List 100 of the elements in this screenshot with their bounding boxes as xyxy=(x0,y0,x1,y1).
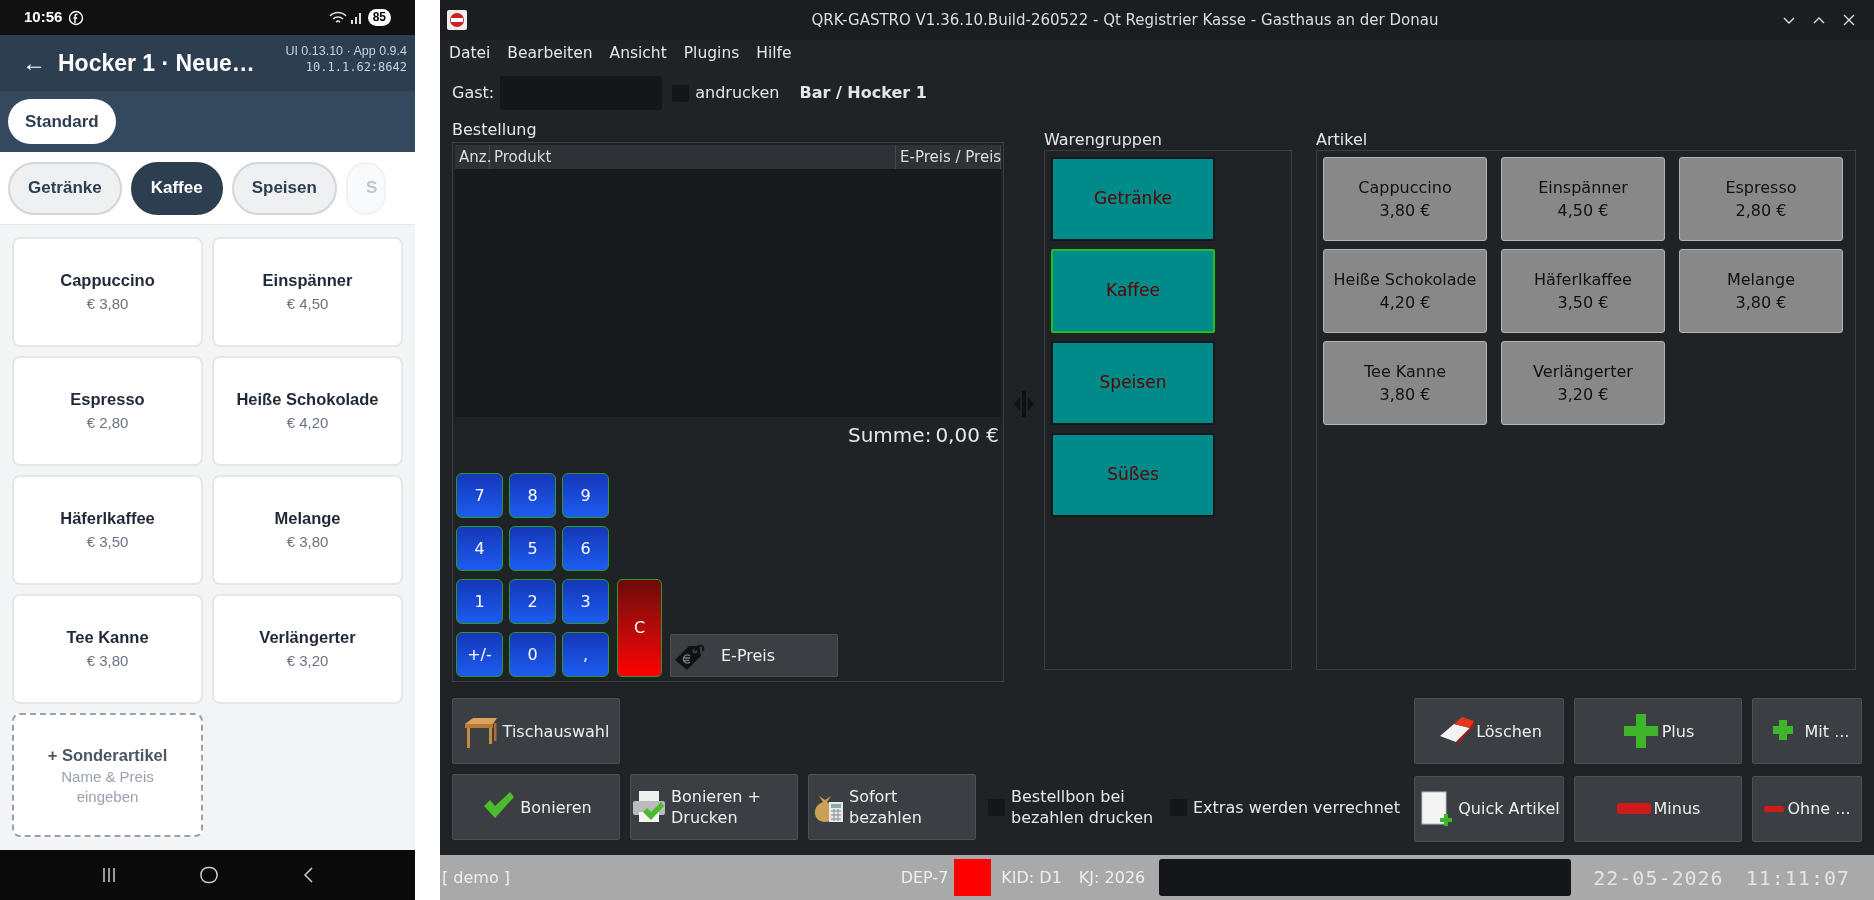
table-name: Bar / Hocker 1 xyxy=(799,82,927,104)
article-button[interactable]: Melange 3,80 € xyxy=(1679,249,1843,333)
article-button[interactable]: Einspänner 4,50 € xyxy=(1501,157,1665,241)
numpad-key[interactable]: 7 xyxy=(456,473,503,518)
menu-item[interactable]: Datei xyxy=(449,42,491,66)
numpad-key[interactable]: 2 xyxy=(509,579,556,624)
action-button[interactable]: Sofort bezahlen xyxy=(808,774,976,840)
section-label: Artikel xyxy=(1316,129,1369,150)
column-header[interactable]: Anz. xyxy=(455,145,490,169)
article-button[interactable]: Häferlkaffee 3,50 € xyxy=(1501,249,1665,333)
numpad-key[interactable]: 4 xyxy=(456,526,503,571)
group-button[interactable]: Getränke xyxy=(1051,157,1215,241)
notification-icon xyxy=(68,9,85,26)
section-label: Bestellung xyxy=(452,119,538,140)
group-button[interactable]: Kaffee xyxy=(1051,249,1215,333)
version-text: UI 0.13.10 · App 0.9.4 xyxy=(285,43,407,59)
category-tab[interactable]: Kaffee xyxy=(130,161,223,215)
product-price: € 2,80 xyxy=(86,413,129,434)
category-tab[interactable]: Speisen xyxy=(231,161,337,215)
back-button[interactable]: ← xyxy=(22,45,58,81)
product-card[interactable]: Melange € 3,80 xyxy=(212,475,403,585)
group-button[interactable]: Speisen xyxy=(1051,341,1215,425)
numpad-key[interactable]: 5 xyxy=(509,526,556,571)
article-button[interactable]: Espresso 2,80 € xyxy=(1679,157,1843,241)
numpad-key[interactable]: 9 xyxy=(562,473,609,518)
wifi-icon xyxy=(328,10,347,25)
numpad-key[interactable]: , xyxy=(562,632,609,677)
window-title: QRK-GASTRO V1.36.10.Build-260522 - Qt Registrier Kasse - Gasthaus an der Donau xyxy=(810,9,1440,31)
menu-item[interactable]: Hilfe xyxy=(756,42,792,66)
numpad-key[interactable]: 0 xyxy=(509,632,556,677)
unit-price-button[interactable]: E-Preis xyxy=(670,634,838,677)
battery-level: 85 xyxy=(367,9,391,26)
product-card[interactable]: Häferlkaffee € 3,50 xyxy=(12,475,203,585)
home-icon xyxy=(199,866,220,884)
article-button[interactable]: Cappuccino 3,80 € xyxy=(1323,157,1487,241)
product-name: Einspänner xyxy=(262,270,353,292)
product-card[interactable]: Verlängerter € 3,20 xyxy=(212,594,403,704)
article-button[interactable]: Tee Kanne 3,80 € xyxy=(1323,341,1487,425)
status-time: 10:56 xyxy=(24,7,63,28)
clear-key[interactable]: C xyxy=(617,579,662,677)
product-name: Häferlkaffee xyxy=(60,508,155,530)
app-logo-icon xyxy=(446,9,468,31)
server-address: 10.1.1.62:8642 xyxy=(305,59,407,75)
product-card[interactable]: Einspänner € 4,50 xyxy=(212,237,403,347)
special-item-card[interactable]: + Sonderartikel Name & Preis eingeben xyxy=(12,713,203,837)
date-display: 22-05-2026 xyxy=(1593,864,1724,892)
menu-item[interactable]: Ansicht xyxy=(609,42,667,66)
numpad-key[interactable]: +/- xyxy=(456,632,503,677)
category-tab[interactable]: Getränke xyxy=(8,161,122,215)
action-button[interactable]: Bonieren xyxy=(452,774,620,840)
column-header[interactable]: E-Preis / Preis xyxy=(896,145,1001,169)
numpad-key[interactable]: 1 xyxy=(456,579,503,624)
product-card[interactable]: Espresso € 2,80 xyxy=(12,356,203,466)
action-button[interactable]: Bonieren + Drucken xyxy=(630,774,798,840)
product-price: € 4,50 xyxy=(286,294,329,315)
product-card[interactable]: Heiße Schokolade € 4,20 xyxy=(212,356,403,466)
chip[interactable]: Standard xyxy=(8,99,116,144)
edit-button[interactable]: Plus xyxy=(1574,698,1742,764)
minus-icon xyxy=(1615,802,1652,815)
product-name: Verlängerter xyxy=(259,627,356,649)
column-header[interactable]: Produkt xyxy=(490,145,896,169)
mode-label: [ demo ] xyxy=(442,866,511,889)
menu-item[interactable]: Plugins xyxy=(683,42,740,66)
plus-icon xyxy=(1621,712,1660,750)
option-label: Bestellbon bei bezahlen drucken xyxy=(1011,786,1155,828)
product-card[interactable]: Cappuccino € 3,80 xyxy=(12,237,203,347)
dep-indicator xyxy=(954,859,992,896)
article-button[interactable]: Verlängerter 3,20 € xyxy=(1501,341,1665,425)
edit-button[interactable]: Mit ... xyxy=(1752,698,1862,764)
print-label: andrucken xyxy=(695,82,780,104)
product-price: € 3,50 xyxy=(86,532,129,553)
edit-button[interactable]: Löschen xyxy=(1414,698,1564,764)
time-display: 11:11:07 xyxy=(1745,864,1850,892)
product-name: Melange xyxy=(274,508,341,530)
edit-button[interactable]: Ohne ... xyxy=(1752,775,1862,842)
kid-label: KID: D1 xyxy=(1001,866,1062,889)
sum-label: Summe: xyxy=(848,422,932,449)
numpad-key[interactable]: 8 xyxy=(509,473,556,518)
special-item-title: + Sonderartikel xyxy=(47,744,168,766)
product-card[interactable]: Tee Kanne € 3,80 xyxy=(12,594,203,704)
dep-label: DEP-7 xyxy=(900,866,949,889)
numpad-key[interactable]: 3 xyxy=(562,579,609,624)
close-icon xyxy=(1842,13,1856,27)
guest-label: Gast: xyxy=(452,82,495,104)
menu-item[interactable]: Bearbeiten xyxy=(507,42,593,66)
product-price: € 3,80 xyxy=(286,532,329,553)
edit-button[interactable]: Quick Artikel xyxy=(1414,775,1564,842)
numpad-key[interactable]: 6 xyxy=(562,526,609,571)
kj-label: KJ: 2026 xyxy=(1078,866,1146,889)
special-item-hint: Name & Preis eingeben xyxy=(60,767,155,808)
product-name: Tee Kanne xyxy=(66,627,149,649)
product-price: € 3,80 xyxy=(86,294,129,315)
product-name: Espresso xyxy=(70,389,145,411)
table-select-button[interactable]: Tischauswahl xyxy=(452,698,620,764)
group-button[interactable]: Süßes xyxy=(1051,433,1215,517)
section-label: Warengruppen xyxy=(1044,129,1163,150)
signal-icon xyxy=(349,10,364,25)
article-button[interactable]: Heiße Schokolade 4,20 € xyxy=(1323,249,1487,333)
edit-button[interactable]: Minus xyxy=(1574,775,1742,842)
recent-apps-icon xyxy=(101,866,118,884)
